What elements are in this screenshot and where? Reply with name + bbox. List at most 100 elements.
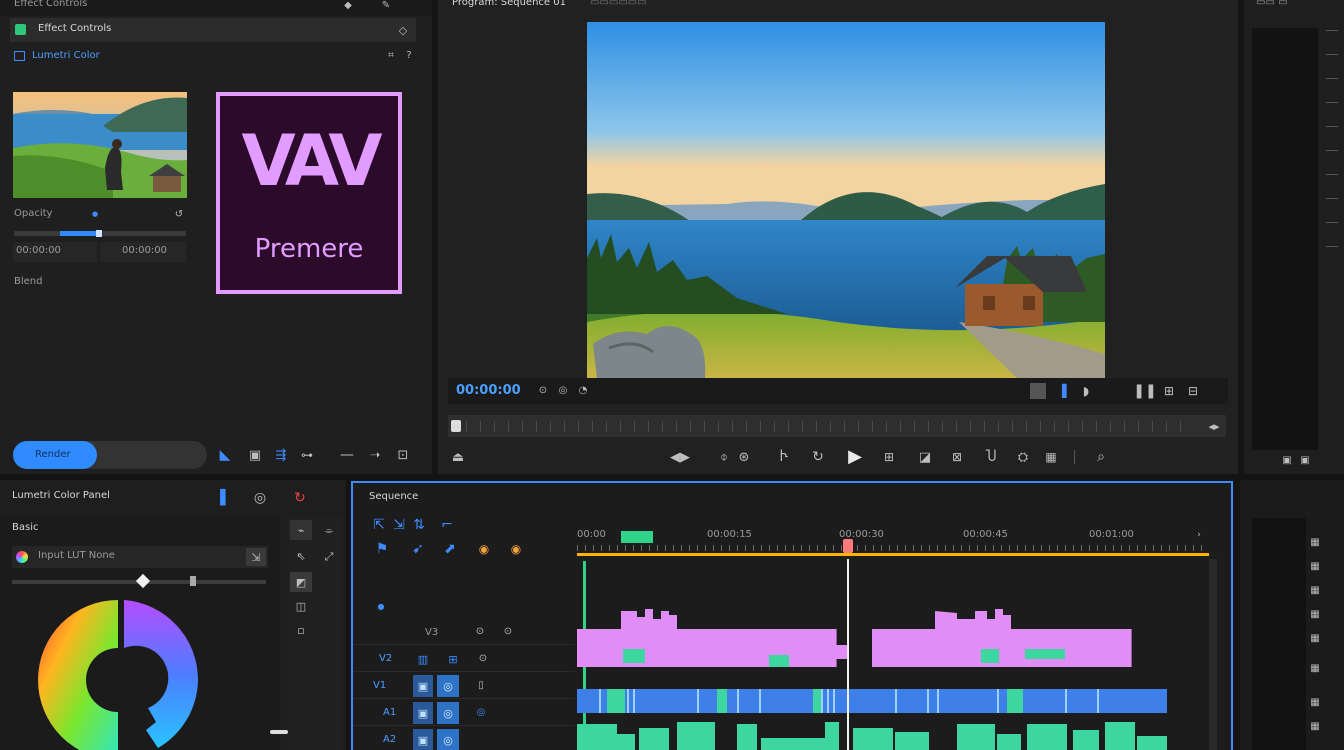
step-back-icon[interactable]: ◀▶ (666, 448, 694, 466)
tool-razor-icon[interactable]: ◩ (290, 572, 312, 592)
lift-icon[interactable]: ◪ (916, 448, 934, 466)
wheel-slider-handle[interactable] (270, 730, 288, 734)
work-area-bar[interactable] (577, 553, 1209, 556)
lut-field[interactable]: Input LUT None ⇲ (12, 546, 268, 568)
safe-margins-icon[interactable]: ◔ (576, 384, 590, 398)
snap-icon[interactable]: ⇱ (371, 517, 387, 533)
right-tool-2-icon[interactable]: ▦ (1308, 560, 1322, 574)
right-tool-8-icon[interactable]: ▦ (1308, 720, 1322, 734)
checkbox-blue[interactable] (14, 51, 25, 61)
v3-eye-icon[interactable]: ⊙ (501, 625, 515, 639)
a1-mute-icon[interactable]: ◎ (437, 702, 459, 724)
saturation-slider[interactable] (12, 573, 266, 589)
mute-icon[interactable]: ▣ (1298, 454, 1312, 468)
keyframe-icon[interactable]: ⌗ (384, 49, 398, 63)
a1-solo-icon[interactable]: ◎ (473, 705, 489, 721)
tool-track-icon[interactable]: ⌯ (318, 520, 340, 540)
reset-opacity-icon[interactable]: ↺ (172, 208, 186, 222)
marker-icon[interactable]: ◉ (477, 541, 491, 557)
mark-out-icon[interactable]: ⊛ (736, 448, 752, 466)
v2-sync-icon[interactable]: ⊞ (445, 651, 461, 667)
markers-icon[interactable]: ⇅ (411, 517, 427, 533)
fit-dropdown-icon[interactable]: ⊙ (536, 384, 550, 398)
captions-icon[interactable]: ⌐ (439, 517, 455, 533)
view-button-1[interactable] (1030, 383, 1046, 399)
playhead-head[interactable] (843, 539, 853, 553)
quality-icon[interactable]: ◎ (556, 384, 570, 398)
nest-icon[interactable]: ➹ (409, 541, 427, 557)
menu-icon[interactable]: ◆ (340, 0, 356, 12)
pin-icon[interactable]: ✎ (378, 0, 394, 12)
v2-target-icon[interactable]: ▥ (415, 651, 431, 667)
scrubber-end-icon[interactable]: ◂▸ (1206, 418, 1222, 434)
effect-row-2[interactable]: Lumetri Color ⌗ ? (10, 46, 416, 66)
opacity-slider[interactable] (14, 230, 186, 237)
v3-lock-icon[interactable]: ⊙ (473, 625, 487, 639)
clip-thumbnail[interactable] (13, 92, 187, 198)
export-frame-icon[interactable]: ⊟ (1184, 383, 1202, 399)
scrubber-start-icon[interactable] (451, 420, 461, 432)
track-target-icon[interactable]: ● (375, 601, 387, 613)
grid-icon[interactable]: ▣ (246, 446, 264, 464)
lumetri-scope-icon[interactable]: ▐ (212, 490, 228, 506)
right-tool-4-icon[interactable]: ▦ (1308, 608, 1322, 622)
go-in-icon[interactable]: Ⴡ (776, 448, 792, 466)
right-tool-1-icon[interactable]: ▦ (1308, 536, 1322, 550)
keyframe-dot-icon[interactable]: ● (90, 209, 100, 219)
timeline-vscroll[interactable] (1209, 559, 1217, 750)
right-tool-5-icon[interactable]: ▦ (1308, 632, 1322, 646)
view-button-2[interactable]: ▐ (1054, 383, 1070, 399)
v2-eye-icon[interactable]: ⊙ (475, 651, 491, 667)
tool-ripple-icon[interactable]: ⇖ (290, 546, 312, 566)
a2-mute-icon[interactable]: ◎ (437, 729, 459, 750)
play-icon[interactable]: ▶ (844, 446, 866, 468)
ruler-arrow-icon[interactable]: › (1193, 529, 1205, 541)
more-icon[interactable]: ? (402, 49, 416, 63)
wrench-tl-icon[interactable]: ⚑ (373, 541, 391, 557)
mark-in-icon[interactable]: ⌽ (716, 448, 732, 466)
camera-icon[interactable]: ▦ (1042, 448, 1060, 466)
right-tool-3-icon[interactable]: ▦ (1308, 584, 1322, 598)
opacity-slider-handle[interactable] (96, 230, 102, 237)
multicam-icon[interactable]: ⊞ (1160, 383, 1178, 399)
scrubber-bar[interactable]: ◂▸ (448, 415, 1226, 437)
linked-icon[interactable]: ⇲ (391, 517, 407, 533)
saturation-handle[interactable] (135, 573, 151, 589)
a2-target-icon[interactable]: ▣ (413, 729, 433, 750)
arrow-icon[interactable]: ➝ (366, 446, 384, 464)
tool-pen-icon[interactable]: ▫ (290, 620, 312, 640)
v1-sync-icon[interactable]: ◎ (437, 675, 459, 697)
right-tool-7-icon[interactable]: ▦ (1308, 696, 1322, 710)
settings-icon[interactable]: ⛭ (1014, 448, 1032, 466)
step-forward-icon[interactable]: ⊞ (880, 448, 898, 466)
effect-row-1[interactable]: Effect Controls ◇ (10, 18, 416, 42)
marker-2-icon[interactable]: ◉ (509, 541, 523, 557)
color-wheel[interactable] (38, 600, 200, 750)
saturation-handle-2[interactable] (190, 576, 196, 586)
layers-icon[interactable]: ⇶ (272, 446, 290, 464)
lumetri-grid-icon[interactable]: ◎ (252, 490, 268, 506)
zoom-icon[interactable]: ⌕ (1092, 448, 1110, 466)
wrench-icon[interactable]: Ⴎ (982, 448, 1000, 466)
mask-icon[interactable]: ⊶ (298, 446, 316, 464)
solo-icon[interactable]: ▣ (1280, 454, 1294, 468)
v1-target-icon[interactable]: ▣ (413, 675, 433, 697)
value-box-left[interactable]: 00:00:00 (13, 242, 97, 262)
add-edit-icon[interactable]: ⬈ (441, 541, 459, 557)
extract-icon[interactable]: ⊠ (948, 448, 966, 466)
blend-mode-icon[interactable]: ◣ (216, 446, 234, 464)
minus-icon[interactable]: — (338, 446, 356, 464)
lut-dropdown-icon[interactable]: ⇲ (246, 548, 266, 566)
loop-icon[interactable]: ↻ (810, 448, 826, 466)
lumetri-reset-icon[interactable]: ↻ (292, 490, 308, 506)
value-box-right[interactable]: 00:00:00 (100, 242, 186, 262)
add-marker-icon[interactable]: ⏏ (450, 448, 466, 466)
reset-icon[interactable]: ◇ (396, 23, 410, 37)
render-button[interactable]: Render (13, 441, 97, 469)
fit-icon[interactable]: ⊡ (394, 446, 412, 464)
right-tool-6-icon[interactable]: ▦ (1308, 662, 1322, 676)
tool-rolling-icon[interactable]: ⤢ (318, 546, 340, 566)
checkbox-green[interactable] (15, 24, 26, 35)
tool-slip-icon[interactable]: ◫ (290, 596, 312, 616)
timeline-ruler[interactable]: 00:00 00:00:15 00:00:30 00:00:45 00:01:0… (577, 527, 1217, 557)
